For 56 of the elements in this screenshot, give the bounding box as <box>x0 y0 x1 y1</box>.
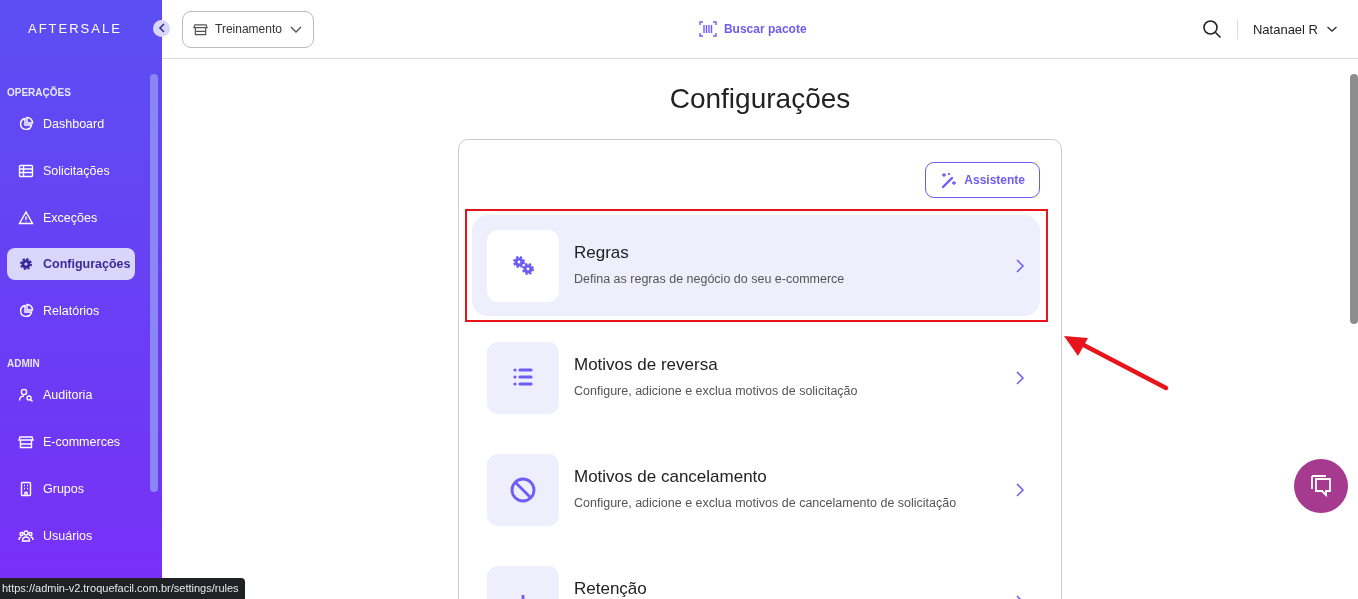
settings-icon <box>18 256 34 273</box>
assistant-button[interactable]: Assistente <box>925 162 1040 198</box>
chat-button[interactable] <box>1294 459 1348 513</box>
page-title: Configurações <box>669 83 851 115</box>
scrollbar-thumb[interactable] <box>1350 74 1358 324</box>
chevron-right-icon <box>1015 257 1025 274</box>
warning-icon <box>18 209 34 226</box>
nav-item[interactable]: Configurações <box>7 248 135 281</box>
users-icon <box>18 527 34 544</box>
collapse-button[interactable] <box>153 19 170 37</box>
settings-item[interactable]: Motivos de cancelamento Configure, adicione e exclua motivos de cancelamento de solicitação <box>472 439 1040 540</box>
section-title: ADMIN <box>7 358 41 370</box>
item-title: Regras <box>574 242 630 263</box>
pie-chart-icon <box>18 303 34 320</box>
chevron-down-icon <box>288 24 303 34</box>
scrollbar-thumb[interactable] <box>150 74 158 492</box>
chevron-down-icon <box>1326 25 1338 33</box>
pie-chart-icon <box>18 116 34 132</box>
nav-item[interactable]: E-commerces <box>7 426 135 458</box>
chevron-left-icon <box>157 23 166 33</box>
nav-item[interactable]: Auditoria <box>7 379 135 412</box>
table-icon <box>18 162 34 179</box>
nav-item[interactable]: Relatórios <box>7 295 135 328</box>
ban-icon <box>487 453 559 526</box>
store-icon <box>193 21 208 37</box>
settings-item[interactable]: Regras Defina as regras de negócio do seu e-commerce <box>472 215 1040 316</box>
chat-icon <box>1308 473 1334 499</box>
item-description: Configure, adicione e exclua motivos de solicitação <box>574 382 859 399</box>
settings-item[interactable]: Retenção <box>472 551 1040 599</box>
user-menu[interactable]: Natanael R <box>1252 21 1338 37</box>
nav-item[interactable]: Usuários <box>7 519 135 552</box>
nav-item[interactable]: Dashboard <box>7 108 135 140</box>
item-description: Defina as regras de negócio do seu e-commerce <box>574 270 846 287</box>
chevron-right-icon <box>1015 369 1025 386</box>
section-title: OPERAÇÕES <box>7 87 72 98</box>
nav-item[interactable]: Grupos <box>7 472 135 505</box>
chevron-right-icon <box>1015 481 1025 498</box>
store-icon <box>18 434 34 450</box>
store-select[interactable]: Treinamento <box>182 10 314 48</box>
barcode-icon <box>698 21 717 37</box>
building-icon <box>18 480 34 497</box>
gears-icon <box>487 229 559 302</box>
settings-item[interactable]: Motivos de reversa Configure, adicione e exclua motivos de solicitação <box>472 327 1040 428</box>
nav-item[interactable]: Exceções <box>7 201 135 234</box>
list-icon <box>487 341 559 414</box>
search-package-link[interactable]: Buscar pacote <box>698 21 807 37</box>
logo: AFTERSALE <box>28 20 122 36</box>
item-title: Retenção <box>574 578 648 599</box>
magic-wand-icon <box>940 171 958 189</box>
search-icon[interactable] <box>1201 19 1222 39</box>
item-title: Motivos de reversa <box>574 354 719 375</box>
nav-item[interactable]: Solicitações <box>7 154 135 187</box>
item-description: Configure, adicione e exclua motivos de cancelamento de solicitação <box>574 494 958 511</box>
status-url: https://admin-v2.troquefacil.com.br/settings/rules <box>0 578 245 599</box>
user-search-icon <box>18 387 34 404</box>
item-title: Motivos de cancelamento <box>574 466 768 487</box>
